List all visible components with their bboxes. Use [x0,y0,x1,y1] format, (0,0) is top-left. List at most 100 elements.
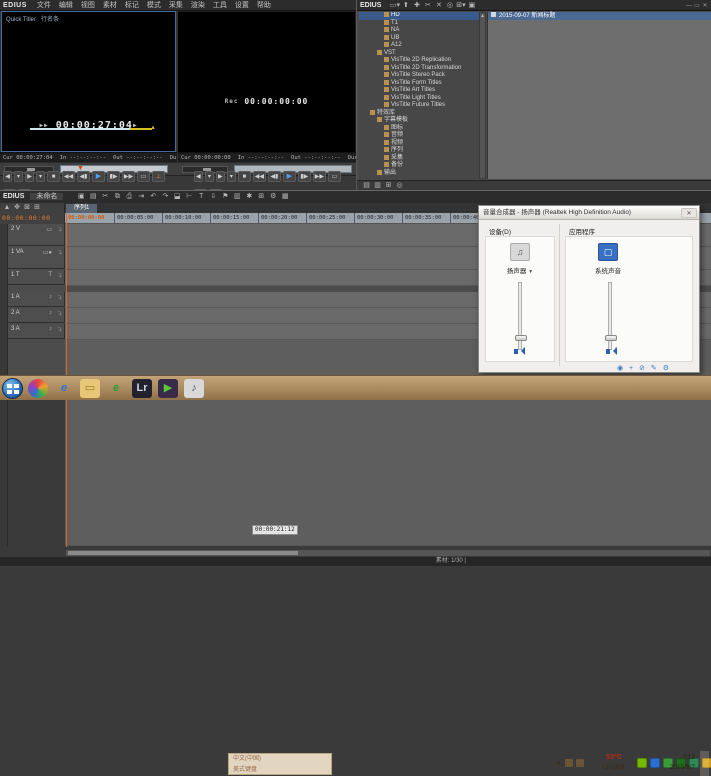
edius-app-icon[interactable]: ▶ [158,379,178,398]
tree-item[interactable]: 特效库 [359,109,479,118]
menu-item[interactable]: 编辑 [59,2,73,9]
tray-small-icon[interactable] [576,759,584,767]
up-folder-icon[interactable]: ⬆ [400,0,411,11]
track-tool-button[interactable]: ⊞ [32,203,42,211]
mode-icon[interactable]: ⬓ [171,191,183,203]
transport-button[interactable]: ■ [237,171,251,182]
mixer-icon[interactable]: ▥ [231,191,243,203]
menu-item[interactable]: 文件 [37,2,51,9]
transport-combo-button[interactable]: ▾ [14,171,23,182]
menu-item[interactable]: 渲染 [191,2,205,9]
cut-icon[interactable]: ✂ [99,191,111,203]
tree-item[interactable]: 采集 [359,154,479,163]
window-button[interactable]: ✕ [701,1,709,12]
menu-item[interactable]: 视图 [81,2,95,9]
track-header[interactable]: 1 T T ↴ [8,270,65,285]
device-slider-thumb[interactable] [515,335,527,341]
bin-folder-tree[interactable]: HD T1 NA UB A12 VST VisTitle 2D Replication Vis… [359,12,479,179]
transport-button[interactable]: ◀▮ [77,171,90,182]
ripple-icon[interactable]: ⇥ [135,191,147,203]
view-icon[interactable]: ▦ [279,191,291,203]
track-patch-icon[interactable]: ↴ [57,310,62,317]
tree-item[interactable]: VisTitle 2D Replication [359,57,479,65]
tree-item[interactable]: VisTitle Form Titles [359,79,479,88]
tree-item[interactable]: 序列 [359,147,479,155]
transport-button[interactable]: ▭ [327,171,341,182]
selected-clip-row[interactable]: 2015-09-07 新闻标题 [488,12,711,20]
pinwheel-app-icon[interactable] [28,379,48,398]
export-icon[interactable]: ⇩ [207,191,219,203]
ime-line1[interactable]: 中文(中国) [233,754,331,765]
new-folder-icon[interactable]: ▭▾ [389,0,400,11]
edit-mode-button[interactable]: ⊥ [152,171,165,182]
tree-item[interactable]: VisTitle Art Titles [359,87,479,95]
view-mode-icon[interactable]: ⊞▾ [455,0,466,11]
tree-item[interactable]: 字幕模板 [359,117,479,125]
trim-icon[interactable]: ⊢ [183,191,195,203]
tree-item[interactable]: HD [359,12,479,20]
device-name[interactable]: 扬声器 ▼ [486,265,554,275]
transport-combo-button[interactable]: ▾ [226,171,236,182]
speaker-device-icon[interactable]: ♫ [510,243,530,261]
tray-small-icon[interactable] [565,759,573,767]
tree-item[interactable]: UB [359,34,479,43]
transport-button[interactable]: ▮▶ [297,171,311,182]
desktop-gadget-icons[interactable]: ◉ + ⊘ ✎ ⚙ [617,364,677,373]
hidden-icons-arrow[interactable]: ▴ [557,759,560,766]
green-e-app-icon[interactable]: e [106,379,126,398]
menu-item[interactable]: 帮助 [257,2,271,9]
lightroom-app-icon[interactable]: Lr [132,379,152,398]
device-mute-speaker-icon[interactable]: ) [514,347,526,356]
sequence-tab[interactable]: 序列1 [66,204,98,213]
search-icon[interactable]: ◎ [444,0,455,11]
track-patch-icon[interactable]: ↴ [57,226,62,233]
transport-combo-button[interactable]: ▶ [215,171,225,182]
undo-icon[interactable]: ↶ [147,191,159,203]
tree-item[interactable]: VST [359,49,479,58]
chevron-down-icon[interactable]: ▼ [528,269,533,275]
source-monitor[interactable]: Quick Titler 行名条 ▶▶ 00:00:27:04▶ ▲ [1,11,176,152]
tree-item[interactable]: NA [359,27,479,35]
transport-button[interactable]: ▶▶ [312,171,326,182]
redo-icon[interactable]: ↷ [159,191,171,203]
track-patch-icon[interactable]: ↴ [57,249,62,256]
bin-clip-list[interactable]: 2015-09-07 新闻标题 [487,12,711,179]
app-slider-thumb[interactable] [605,335,617,341]
timeline-hscrollbar[interactable] [65,549,711,557]
tree-item[interactable]: VisTitle 2D Transformation [359,64,479,73]
track-tool-button[interactable]: ✥ [12,203,22,211]
transport-button[interactable]: ▭ [137,171,150,182]
taskbar-clock[interactable]: 7:12 2015/9/7 [670,753,695,773]
copy-icon[interactable]: ⧉ [111,191,123,203]
transport-combo-button[interactable]: ▶ [25,171,34,182]
cut-icon[interactable]: ✂ [422,0,433,11]
track-header[interactable]: 3 A ♪ ↴ [8,324,65,339]
mixer-titlebar[interactable]: 音量合成器 - 扬声器 (Realtek High Definition Aud… [479,206,699,220]
transport-button[interactable]: ◀◀ [62,171,75,182]
track-patch-icon[interactable]: ↴ [57,272,62,279]
title-icon[interactable]: T [195,191,207,203]
tree-item[interactable]: 音频 [359,132,479,140]
menu-item[interactable]: 标记 [125,2,139,9]
paste-icon[interactable]: ⎙ [123,191,135,203]
ime-line2[interactable]: 美式键盘 [233,765,331,774]
lock-icon[interactable]: ▣ [466,0,477,11]
app-mute-speaker-icon[interactable]: ) [606,347,618,356]
menu-item[interactable]: 设置 [235,2,249,9]
transport-button[interactable]: ▶ [92,171,105,182]
tree-item[interactable]: A12 [359,42,479,50]
system-sounds-icon[interactable]: ▢ [598,243,618,261]
menu-item[interactable]: 素材 [103,2,117,9]
menu-item[interactable]: 工具 [213,2,227,9]
tree-item[interactable]: 输出 [359,169,479,178]
add-clip-icon[interactable]: ✚ [411,0,422,11]
tree-item[interactable]: VisTitle Future Titles [359,102,479,110]
marker-icon[interactable]: ⚑ [219,191,231,203]
window-button[interactable]: — [685,1,693,12]
cpu-temp-gadget[interactable]: 53°C CPU温度 [597,753,631,773]
start-button[interactable] [2,378,23,399]
transport-button[interactable]: ◀▮ [267,171,281,182]
tree-item[interactable]: 图标 [359,124,479,133]
audio-app-icon[interactable]: ♪ [184,379,204,398]
transport-button[interactable]: ▮▶ [107,171,120,182]
